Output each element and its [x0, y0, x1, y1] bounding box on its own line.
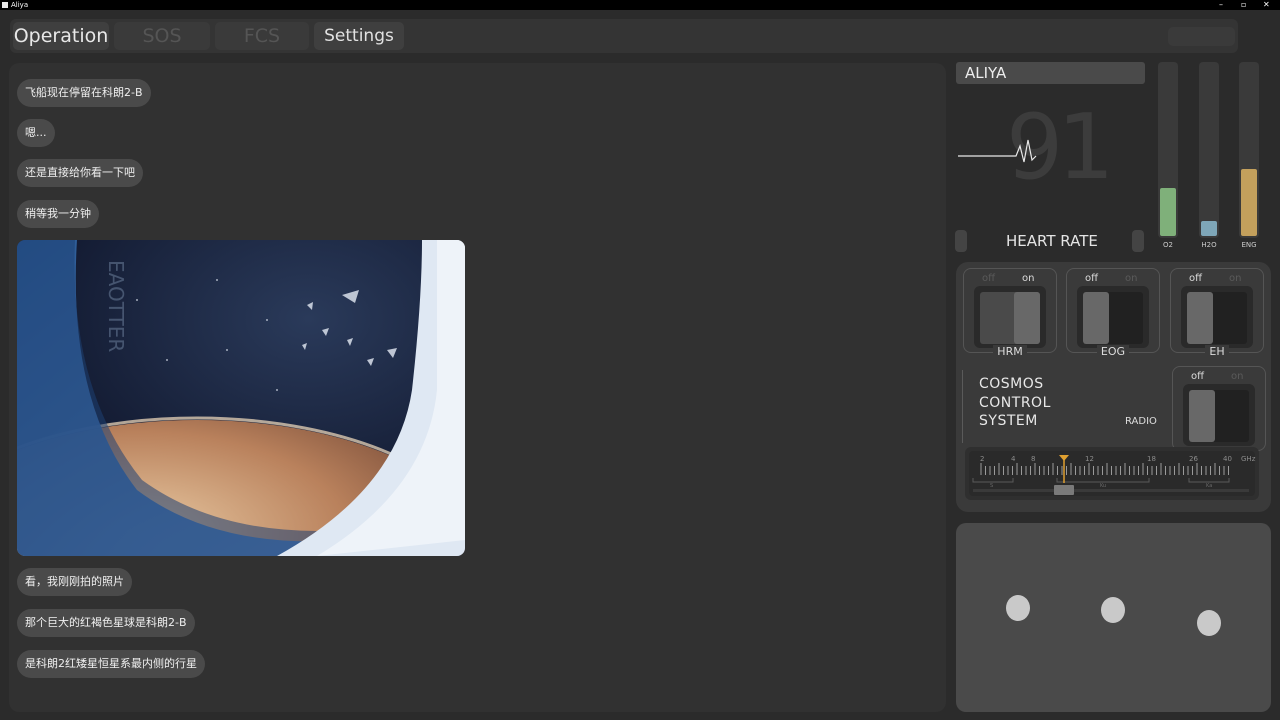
heart-rate-right-button[interactable] [1132, 230, 1144, 252]
switch-knob[interactable] [1187, 292, 1213, 344]
band-label: Ka [1206, 483, 1212, 489]
cosmos-control-system-label: COSMOS CONTROL SYSTEM [962, 370, 1170, 443]
switch-track[interactable] [1077, 286, 1149, 348]
band-label: Ku [1100, 483, 1106, 489]
heart-rate-label: HEART RATE [1006, 232, 1098, 250]
switch-label: EH [1205, 345, 1229, 358]
scale-label: 4 [1011, 455, 1016, 463]
gauge-fill [1160, 187, 1176, 236]
app-icon [2, 2, 8, 8]
gauge-o2 [1158, 62, 1178, 238]
switch-knob[interactable] [1083, 292, 1109, 344]
cosmos-line-3: SYSTEM [979, 413, 1038, 429]
switch-eog[interactable]: off on EOG [1066, 268, 1160, 358]
gauge-label: O2 [1163, 241, 1173, 249]
switch-label: HRM [993, 345, 1027, 358]
gauge-h2o [1199, 62, 1219, 238]
scale-label: 40 [1223, 455, 1232, 463]
pad-dot[interactable] [1101, 597, 1125, 623]
switch-off-label: off [1085, 273, 1099, 284]
scale-label: GHz [1241, 455, 1256, 463]
frequency-scale[interactable]: 2 4 8 12 18 26 40 GHz S Ku Ka [965, 447, 1259, 500]
scale-label: 8 [1031, 455, 1035, 463]
switch-off-label: off [1191, 371, 1205, 382]
switch-knob[interactable] [1014, 292, 1040, 344]
switch-hrm[interactable]: off on HRM [963, 268, 1057, 358]
touch-pad[interactable] [956, 523, 1271, 712]
switch-track[interactable] [1181, 286, 1253, 348]
radio-frequency-tuner[interactable]: 2 4 8 12 18 26 40 GHz S Ku Ka [965, 447, 1259, 500]
scale-label: 18 [1147, 455, 1156, 463]
close-icon[interactable]: ✕ [1263, 0, 1270, 10]
switch-radio[interactable]: off on [1172, 366, 1266, 451]
switch-track[interactable] [974, 286, 1046, 348]
gauge-label: ENG [1241, 241, 1257, 249]
switch-on-label: on [1229, 273, 1242, 284]
gauge-label: H2O [1201, 241, 1217, 249]
band-label: S [990, 483, 993, 489]
tab-operation[interactable]: Operation [13, 22, 109, 50]
switch-on-label: on [1022, 273, 1035, 284]
chat-message: 飞船现在停留在科朗2-B [17, 79, 151, 107]
switch-off-label: off [982, 273, 996, 284]
gauge-fill [1201, 220, 1217, 236]
pad-dot[interactable] [1197, 610, 1221, 636]
tab-sos[interactable]: SOS [114, 22, 210, 50]
pad-dot[interactable] [1006, 595, 1030, 621]
scale-label: 12 [1085, 455, 1094, 463]
chat-message: 看，我刚刚拍的照片 [17, 568, 132, 596]
scale-label: 2 [980, 455, 984, 463]
tab-bar: Operation SOS FCS Settings [10, 19, 1238, 53]
switch-eh[interactable]: off on EH [1170, 268, 1264, 358]
window-title: Aliya [11, 1, 29, 9]
gauge-fill [1241, 168, 1257, 236]
switch-off-label: off [1189, 273, 1203, 284]
photo-overlay-text: EAOTTER [104, 260, 128, 352]
switch-track[interactable] [1183, 384, 1255, 446]
planet-window-image: EAOTTER [17, 240, 465, 556]
chat-message: 稍等我一分钟 [17, 200, 99, 228]
cosmos-line-2: CONTROL [979, 395, 1051, 411]
maximize-icon[interactable]: ▫ [1241, 0, 1246, 10]
chat-message: 还是直接给你看一下吧 [17, 159, 143, 187]
minimize-icon[interactable]: – [1219, 0, 1223, 10]
switch-on-label: on [1125, 273, 1138, 284]
tab-fcs[interactable]: FCS [215, 22, 309, 50]
heartbeat-icon [958, 139, 1037, 163]
character-name: ALIYA [956, 62, 1145, 84]
chat-photo[interactable]: EAOTTER [17, 240, 465, 556]
switch-on-label: on [1231, 371, 1244, 382]
chat-message: 嗯... [17, 119, 55, 147]
chat-message: 那个巨大的红褐色星球是科朗2-B [17, 609, 195, 637]
chat-panel[interactable]: 飞船现在停留在科朗2-B 嗯... 还是直接给你看一下吧 稍等我一分钟 EAOT… [9, 63, 946, 712]
title-bar: Aliya – ▫ ✕ [0, 0, 1280, 10]
heart-rate-left-button[interactable] [955, 230, 967, 252]
radio-label: RADIO [1125, 416, 1157, 427]
cosmos-line-1: COSMOS [979, 376, 1044, 392]
switch-knob[interactable] [1189, 390, 1215, 442]
chat-message: 是科朗2红矮星恒星系最内侧的行星 [17, 650, 205, 678]
scale-label: 26 [1189, 455, 1198, 463]
tuner-slider-handle[interactable] [1054, 485, 1074, 495]
gauge-eng [1239, 62, 1259, 238]
tab-settings[interactable]: Settings [314, 22, 404, 50]
switch-label: EOG [1096, 345, 1130, 358]
top-right-button[interactable] [1168, 27, 1235, 46]
